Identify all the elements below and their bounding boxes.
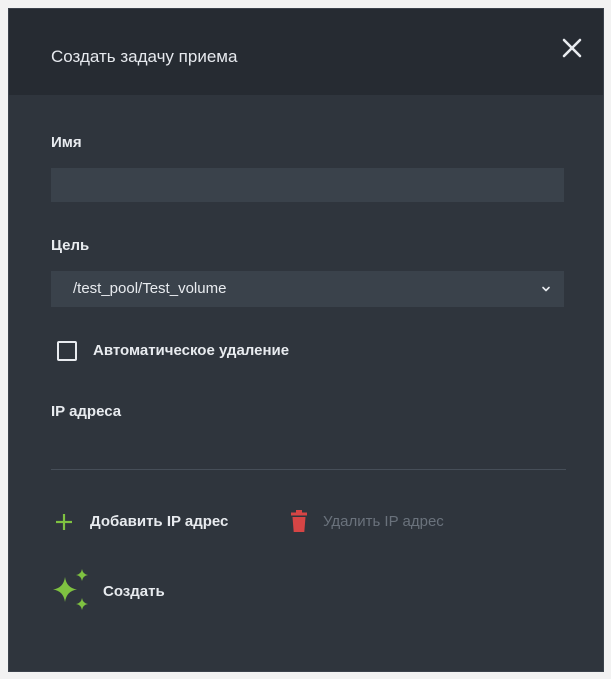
create-button[interactable]: Создать [51, 569, 201, 613]
ip-list-divider [51, 469, 566, 470]
sparkles-icon [53, 569, 88, 610]
dialog-header: Создать задачу приема [9, 9, 603, 95]
create-label: Создать [103, 583, 165, 600]
create-receive-task-dialog: Создать задачу приема Имя Цель /test_poo… [8, 8, 604, 672]
target-select-value: /test_pool/Test_volume [73, 280, 227, 297]
close-icon [562, 38, 582, 58]
auto-delete-checkbox[interactable] [57, 341, 77, 361]
auto-delete-label: Автоматическое удаление [93, 342, 290, 359]
chevron-down-icon [542, 286, 550, 292]
target-label: Цель [51, 237, 90, 254]
name-label: Имя [51, 134, 82, 151]
delete-ip-button[interactable]: Удалить IP адрес [291, 509, 491, 535]
close-button[interactable] [559, 35, 585, 61]
name-input[interactable] [51, 168, 564, 202]
ip-addresses-label: IP адреса [51, 403, 122, 420]
add-ip-label: Добавить IP адрес [90, 513, 229, 530]
delete-ip-label: Удалить IP адрес [323, 513, 444, 530]
add-ip-button[interactable]: Добавить IP адрес [55, 509, 275, 535]
plus-icon [56, 514, 72, 530]
dialog-title: Создать задачу приема [51, 47, 238, 66]
target-select[interactable]: /test_pool/Test_volume [51, 271, 564, 307]
trash-icon [291, 510, 307, 532]
